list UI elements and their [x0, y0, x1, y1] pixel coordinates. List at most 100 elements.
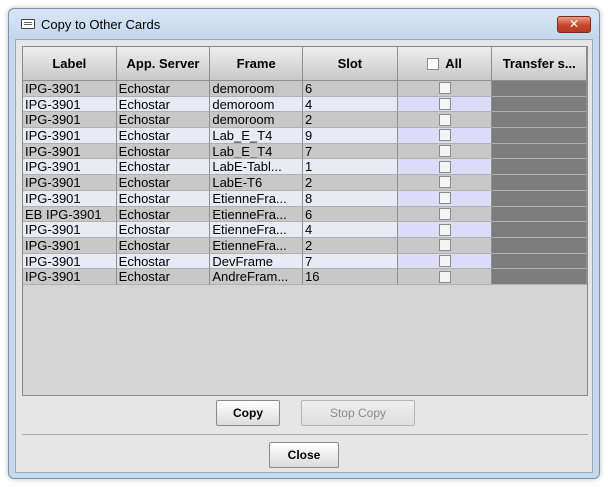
column-header-label[interactable]: Label [23, 47, 117, 81]
cell-select [397, 253, 493, 270]
close-window-button[interactable]: ✕ [557, 16, 591, 33]
stop-copy-button[interactable]: Stop Copy [301, 400, 415, 426]
cell-frame: demoroom [210, 81, 304, 97]
cell-select [397, 206, 493, 223]
table-row[interactable]: IPG-3901 Echostar Lab_E_T4 7 [23, 143, 587, 160]
cell-label: IPG-3901 [23, 81, 117, 97]
title-bar[interactable]: Copy to Other Cards ✕ [9, 9, 599, 39]
cell-select [397, 269, 493, 285]
table-header: Label App. Server Frame Slot All Transfe… [23, 47, 588, 81]
cell-slot: 7 [303, 253, 398, 270]
cell-select [397, 143, 493, 160]
cell-transfer-status [492, 237, 587, 254]
table-row[interactable]: IPG-3901 Echostar LabE-T6 2 [23, 175, 587, 191]
select-all-checkbox[interactable] [427, 57, 440, 70]
cell-slot: 9 [303, 128, 398, 144]
dialog-content: Label App. Server Frame Slot All Transfe… [15, 39, 593, 473]
cell-transfer-status [492, 128, 587, 144]
table-row[interactable]: IPG-3901 Echostar EtienneFra... 8 [23, 190, 587, 207]
column-header-all[interactable]: All [397, 47, 493, 81]
cell-slot: 6 [303, 206, 398, 223]
cell-slot: 4 [303, 96, 398, 113]
cell-app-server: Echostar [116, 190, 211, 207]
cell-label: IPG-3901 [23, 112, 117, 129]
row-checkbox[interactable] [438, 254, 451, 267]
action-button-row: Copy Stop Copy [16, 400, 592, 434]
row-checkbox[interactable] [438, 192, 451, 205]
row-checkbox[interactable] [438, 82, 451, 95]
cell-frame: LabE-T6 [210, 175, 304, 191]
table-row[interactable]: IPG-3901 Echostar Lab_E_T4 9 [23, 128, 587, 144]
cell-slot: 6 [303, 81, 398, 97]
table-row[interactable]: IPG-3901 Echostar AndreFram... 16 [23, 269, 587, 285]
row-checkbox[interactable] [438, 113, 451, 126]
cell-transfer-status [492, 269, 587, 285]
divider [22, 434, 588, 435]
table-row[interactable]: IPG-3901 Echostar LabE-Tabl... 1 [23, 159, 587, 176]
column-header-slot[interactable]: Slot [303, 47, 398, 81]
cell-app-server: Echostar [116, 237, 211, 254]
column-header-all-text: All [445, 56, 462, 71]
cell-transfer-status [492, 222, 587, 238]
copy-button[interactable]: Copy [216, 400, 280, 426]
row-checkbox[interactable] [438, 145, 451, 158]
cell-label: EB IPG-3901 [23, 206, 117, 223]
cell-select [397, 128, 493, 144]
cell-app-server: Echostar [116, 96, 211, 113]
column-header-transfer-status[interactable]: Transfer s... [492, 47, 588, 81]
close-button[interactable]: Close [269, 442, 339, 468]
cell-slot: 2 [303, 175, 398, 191]
table-row[interactable]: IPG-3901 Echostar demoroom 6 [23, 81, 587, 97]
cell-label: IPG-3901 [23, 190, 117, 207]
close-icon: ✕ [568, 17, 580, 31]
cell-app-server: Echostar [116, 269, 211, 285]
cell-select [397, 81, 493, 97]
cell-frame: LabE-Tabl... [210, 159, 304, 176]
cell-select [397, 159, 493, 176]
row-checkbox[interactable] [438, 239, 451, 252]
cell-frame: EtienneFra... [210, 222, 304, 238]
cell-slot: 2 [303, 112, 398, 129]
column-header-app-server[interactable]: App. Server [116, 47, 211, 81]
cell-select [397, 222, 493, 238]
cell-app-server: Echostar [116, 128, 211, 144]
table-row[interactable]: EB IPG-3901 Echostar EtienneFra... 6 [23, 206, 587, 223]
cell-slot: 8 [303, 190, 398, 207]
column-header-frame[interactable]: Frame [210, 47, 304, 81]
table-row[interactable]: IPG-3901 Echostar demoroom 2 [23, 112, 587, 129]
cell-label: IPG-3901 [23, 269, 117, 285]
cell-transfer-status [492, 112, 587, 129]
cell-label: IPG-3901 [23, 159, 117, 176]
table-body: IPG-3901 Echostar demoroom 6 IPG-3901 Echosta… [23, 81, 587, 285]
cell-app-server: Echostar [116, 159, 211, 176]
cell-transfer-status [492, 253, 587, 270]
row-checkbox[interactable] [438, 207, 451, 220]
cell-select [397, 237, 493, 254]
table-row[interactable]: IPG-3901 Echostar EtienneFra... 2 [23, 237, 587, 254]
column-header-app-server-text: App. Server [126, 56, 200, 71]
cell-frame: EtienneFra... [210, 237, 304, 254]
cell-app-server: Echostar [116, 222, 211, 238]
row-checkbox[interactable] [438, 160, 451, 173]
cell-app-server: Echostar [116, 112, 211, 129]
table-row[interactable]: IPG-3901 Echostar DevFrame 7 [23, 253, 587, 270]
row-checkbox[interactable] [438, 223, 451, 236]
column-header-transfer-text: Transfer s... [502, 56, 576, 71]
cell-frame: demoroom [210, 112, 304, 129]
cell-label: IPG-3901 [23, 253, 117, 270]
row-checkbox[interactable] [438, 270, 451, 283]
row-checkbox[interactable] [438, 98, 451, 111]
cell-transfer-status [492, 96, 587, 113]
card-icon [21, 19, 35, 29]
close-button-row: Close [16, 442, 592, 476]
table-row[interactable]: IPG-3901 Echostar demoroom 4 [23, 96, 587, 113]
cell-frame: DevFrame [210, 253, 304, 270]
cell-transfer-status [492, 175, 587, 191]
row-checkbox[interactable] [438, 176, 451, 189]
cell-app-server: Echostar [116, 206, 211, 223]
cell-slot: 1 [303, 159, 398, 176]
cell-transfer-status [492, 159, 587, 176]
cell-transfer-status [492, 143, 587, 160]
table-row[interactable]: IPG-3901 Echostar EtienneFra... 4 [23, 222, 587, 238]
row-checkbox[interactable] [438, 129, 451, 142]
